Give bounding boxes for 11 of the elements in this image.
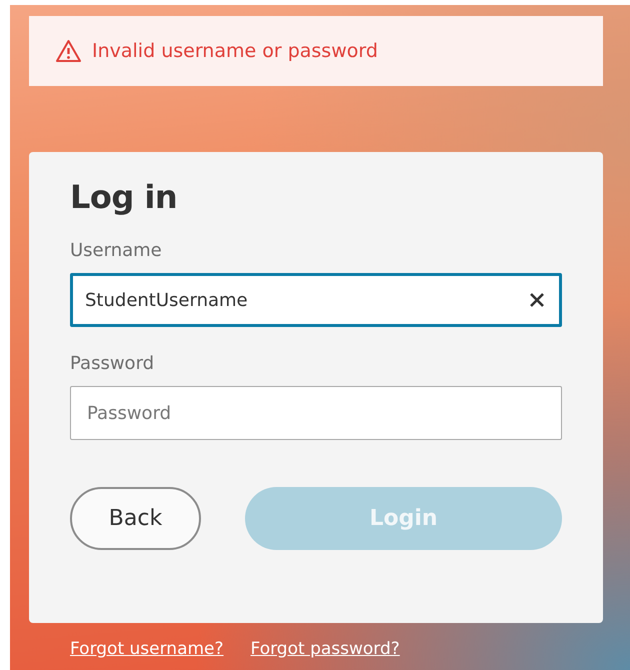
back-button[interactable]: Back xyxy=(70,487,201,550)
input-field[interactable]: Password xyxy=(70,386,562,440)
warning-icon xyxy=(55,39,82,63)
field-label: Password xyxy=(70,353,156,374)
input-field[interactable]: StudentUsername xyxy=(70,273,562,327)
form-title: Log in xyxy=(70,178,178,216)
forgot-link[interactable]: Forgot password? xyxy=(250,639,400,659)
clear-button[interactable] xyxy=(528,291,546,309)
forgot-link[interactable]: Forgot username? xyxy=(70,639,224,659)
error-message: Invalid username or password xyxy=(92,40,378,62)
field-label: Username xyxy=(70,240,163,261)
